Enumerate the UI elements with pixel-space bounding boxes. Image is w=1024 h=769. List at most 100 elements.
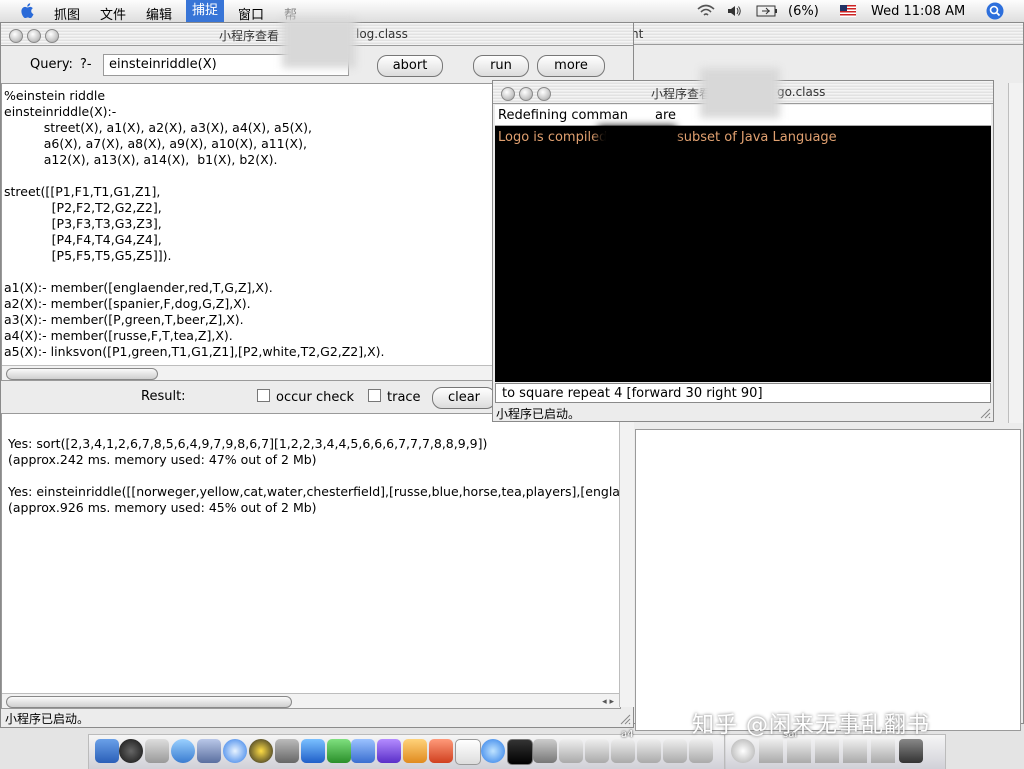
redaction-blur-2	[700, 68, 780, 118]
logo-command-value: to square repeat 4 [forward 30 right 90]	[502, 386, 763, 401]
applet-icon-5[interactable]	[663, 739, 687, 763]
background-window-titlebar[interactable]: nt	[601, 23, 1023, 45]
apple-icon[interactable]	[145, 739, 169, 763]
logo-command-input[interactable]: to square repeat 4 [forward 30 right 90]	[495, 383, 991, 403]
minimized-window-icon-2[interactable]	[787, 739, 811, 763]
result-vertical-scrollbar[interactable]	[619, 413, 634, 707]
program-line: a3(X):- member([P,green,T,beer,Z],X).	[4, 312, 244, 327]
us-flag-icon[interactable]	[840, 5, 856, 17]
result-line	[8, 468, 620, 484]
program-line: a1(X):- member([englaender,red,T,G,Z],X)…	[4, 280, 273, 295]
battery-percent: (6%)	[788, 4, 819, 19]
logo-close-button[interactable]	[501, 87, 515, 101]
trace-label: trace	[387, 390, 421, 405]
main-window-title: 小程序查看	[219, 29, 280, 43]
redaction-blur	[282, 18, 356, 68]
powerpoint-icon[interactable]	[429, 739, 453, 763]
tools-icon[interactable]	[533, 739, 557, 763]
logo-header-text: Redefining comman	[498, 108, 628, 123]
preview-icon[interactable]	[197, 739, 221, 763]
app-icon[interactable]	[351, 739, 375, 763]
logo-zoom-button[interactable]	[537, 87, 551, 101]
abort-button[interactable]: abort	[377, 55, 443, 77]
spotlight-icon[interactable]	[986, 2, 1004, 20]
logo-minimize-button[interactable]	[519, 87, 533, 101]
volume-icon[interactable]	[726, 3, 742, 19]
zoom-button[interactable]	[45, 29, 59, 43]
dock: a4	[88, 729, 726, 769]
result-text: Yes: sort([2,3,4,1,2,6,7,8,5,6,4,9,7,9,8…	[8, 420, 620, 516]
menu-item-edit[interactable]: 编辑	[146, 4, 172, 23]
qq-icon[interactable]	[249, 739, 273, 763]
logo-canvas[interactable]: Logo is compiled subset of Java Language	[495, 126, 991, 382]
dock-right: sal	[724, 729, 946, 769]
ical-icon[interactable]	[455, 739, 481, 765]
trash-icon[interactable]	[899, 739, 923, 763]
applet-icon-3[interactable]	[611, 739, 635, 763]
query-prefix: ?-	[80, 57, 92, 72]
scroll-arrows-icon[interactable]: ◂ ▸	[602, 694, 614, 708]
ichat-icon[interactable]	[301, 739, 325, 763]
network-icon[interactable]	[481, 739, 505, 763]
logo-resize-grip-icon[interactable]	[979, 407, 991, 419]
applet-icon-6[interactable]	[689, 739, 713, 763]
minimized-window-icon[interactable]	[759, 739, 783, 763]
applet-icon-2[interactable]	[585, 739, 609, 763]
occur-check-option[interactable]: occur check	[257, 389, 354, 405]
logo-applet-window: 小程序查看 go.class Redefining comman are Log…	[492, 80, 994, 422]
program-line: %einstein riddle	[4, 88, 106, 103]
program-text: %einstein riddle einsteinriddle(X):- stre…	[4, 88, 385, 360]
background-scrollbar[interactable]	[1008, 83, 1023, 423]
watermark-text: 知乎 @闲来无事乱翻书	[692, 713, 930, 738]
trace-option[interactable]: trace	[368, 389, 421, 405]
utility-icon[interactable]	[275, 739, 299, 763]
resize-grip-icon[interactable]	[619, 713, 631, 725]
itunes-icon[interactable]	[171, 739, 195, 763]
menu-clock[interactable]: Wed 11:08 AM	[871, 4, 965, 19]
run-button[interactable]: run	[473, 55, 529, 77]
redaction-blur-3	[598, 126, 676, 166]
logo-window-title-suffix: go.class	[777, 85, 826, 99]
logo-console-text-tail: subset of Java Language	[677, 130, 837, 145]
program-line	[4, 264, 385, 280]
close-button[interactable]	[9, 29, 23, 43]
dashboard-icon[interactable]	[119, 739, 143, 763]
menu-item-snap[interactable]: 捕捉	[186, 0, 225, 22]
word-icon[interactable]	[377, 739, 401, 763]
program-line	[4, 168, 385, 184]
menu-item-window[interactable]: 窗口	[238, 4, 264, 23]
battery-icon[interactable]	[756, 5, 778, 17]
background-result-area[interactable]	[635, 429, 1021, 731]
apple-menu-icon[interactable]	[20, 3, 34, 18]
result-horizontal-scrollbar[interactable]: ◂ ▸	[2, 693, 620, 708]
minimized-window-icon-5[interactable]	[871, 739, 895, 763]
result-line: Yes: sort([2,3,4,1,2,6,7,8,5,6,4,9,7,9,8…	[8, 436, 488, 451]
mail-icon[interactable]	[403, 739, 427, 763]
more-button[interactable]: more	[537, 55, 605, 77]
result-scroll-thumb[interactable]	[6, 696, 292, 708]
finder-icon[interactable]	[95, 739, 119, 763]
program-scroll-thumb[interactable]	[6, 368, 158, 380]
window-controls	[9, 28, 63, 47]
applet-icon-4[interactable]	[637, 739, 661, 763]
dock-item-icon[interactable]	[731, 739, 755, 763]
result-label: Result:	[141, 389, 186, 404]
wifi-icon[interactable]	[697, 3, 715, 19]
minimized-window-icon-3[interactable]	[815, 739, 839, 763]
result-output[interactable]: Yes: sort([2,3,4,1,2,6,7,8,5,6,4,9,7,9,8…	[1, 413, 621, 709]
program-line: street(X), a1(X), a2(X), a3(X), a4(X), a…	[4, 120, 312, 135]
clear-button[interactable]: clear	[432, 387, 496, 409]
program-line: a2(X):- member([spanier,F,dog,G,Z],X).	[4, 296, 251, 311]
terminal-icon[interactable]	[507, 739, 533, 765]
menu-item-file[interactable]: 文件	[100, 4, 126, 23]
menu-item-capture[interactable]: 抓图	[54, 4, 80, 23]
menu-bar: 抓图 文件 编辑 捕捉 窗口 帮 (6%) Wed 11:08 AM	[0, 0, 1024, 23]
minimize-button[interactable]	[27, 29, 41, 43]
applet-icon[interactable]	[559, 739, 583, 763]
messenger-icon[interactable]	[327, 739, 351, 763]
logo-status-text: 小程序已启动。	[496, 407, 581, 421]
trace-checkbox[interactable]	[368, 389, 381, 402]
minimized-window-icon-4[interactable]	[843, 739, 867, 763]
safari-icon[interactable]	[223, 739, 247, 763]
occur-check-checkbox[interactable]	[257, 389, 270, 402]
